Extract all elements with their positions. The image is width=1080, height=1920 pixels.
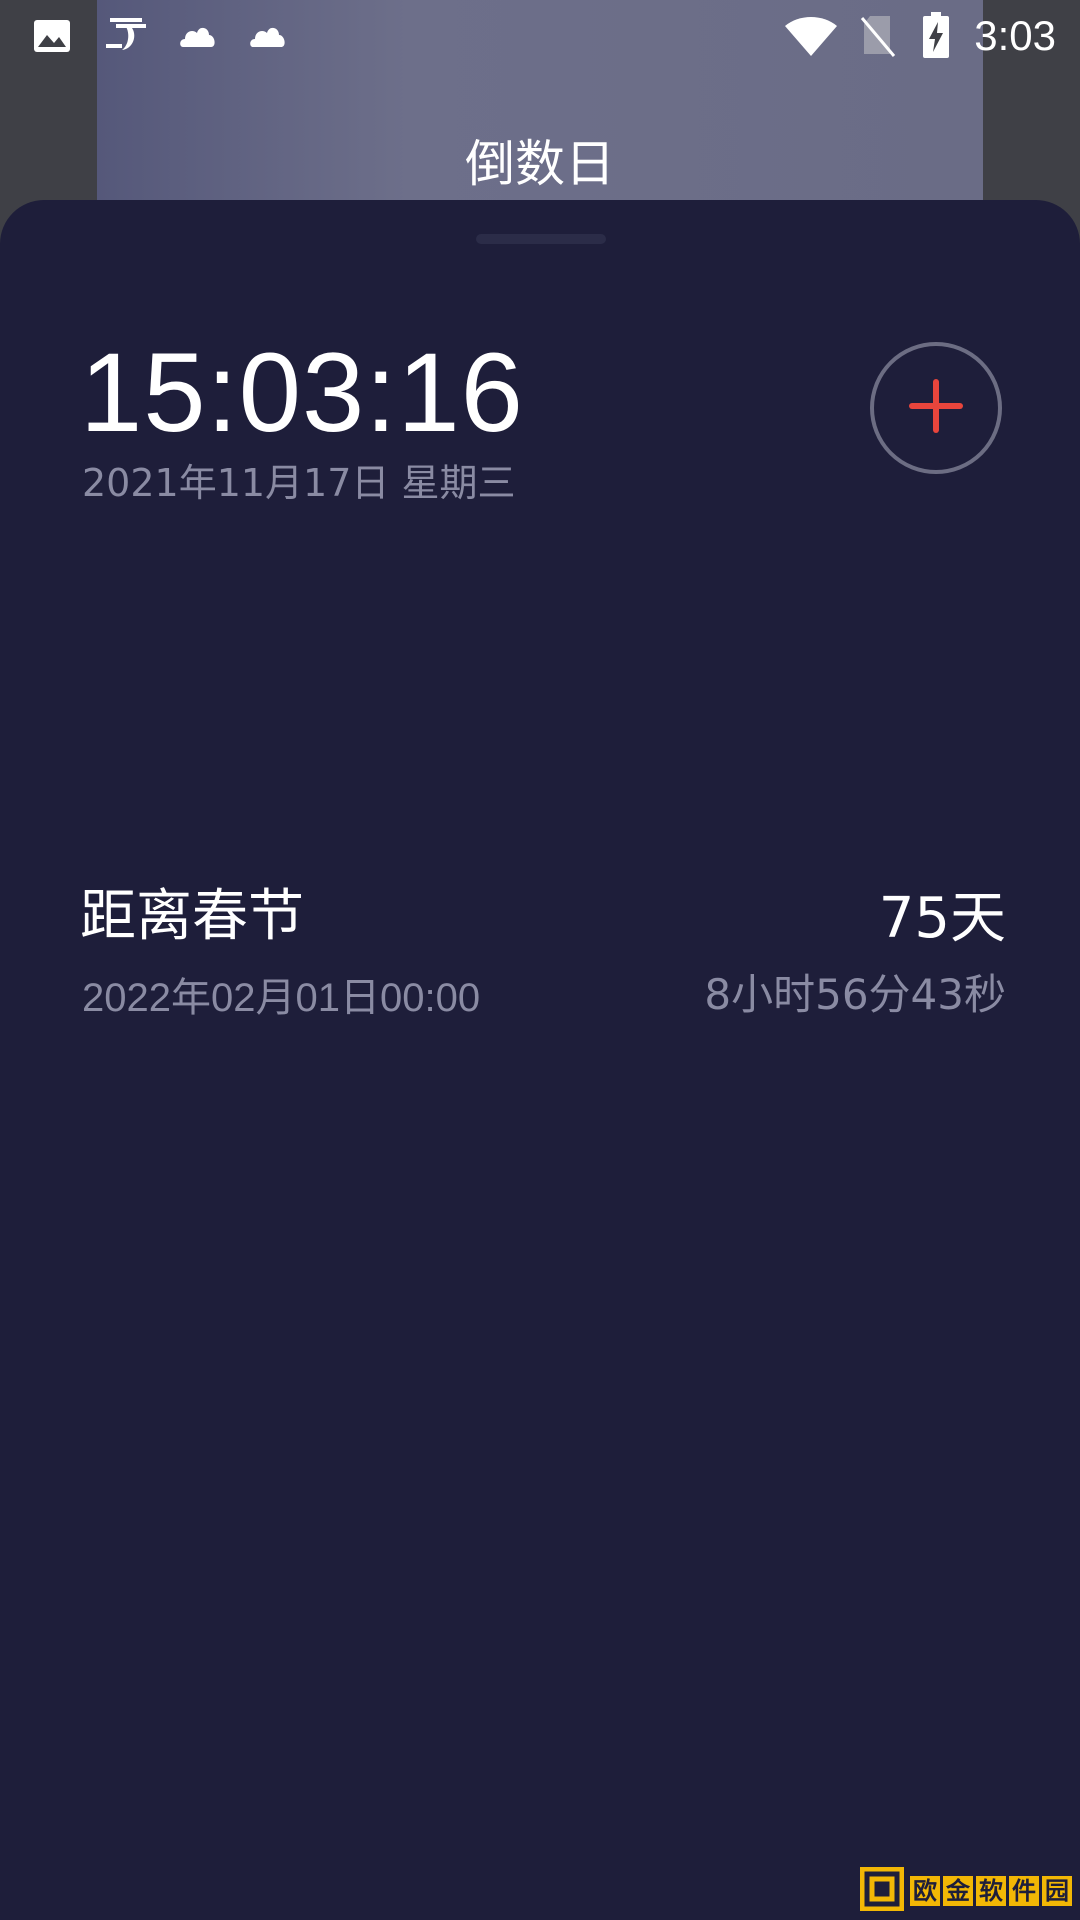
notification-app-icon	[100, 14, 156, 58]
status-bar-time: 3:03	[974, 12, 1056, 59]
event-days-remaining: 75天	[878, 886, 1006, 951]
watermark-logo: 欧 金 软 件 园	[859, 1866, 1072, 1916]
watermark-char: 园	[1042, 1876, 1072, 1906]
bottom-sheet: 15:03:16 2021年11月17日 星期三 距离春节 2022年02月01…	[0, 200, 1080, 1920]
watermark-char: 欧	[910, 1876, 940, 1906]
current-date: 2021年11月17日 星期三	[82, 461, 516, 505]
list-item[interactable]: 距离春节 2022年02月01日00:00 75天 8小时56分43秒	[80, 880, 1006, 1040]
current-time: 15:03:16	[80, 330, 524, 455]
event-target-date: 2022年02月01日00:00	[82, 976, 481, 1020]
no-sim-icon	[858, 14, 898, 58]
event-name: 距离春节	[80, 884, 304, 949]
watermark-char: 金	[943, 1876, 973, 1906]
event-time-remaining: 8小时56分43秒	[704, 970, 1006, 1019]
battery-charging-icon	[920, 12, 952, 58]
wifi-icon	[782, 14, 840, 58]
watermark-char: 软	[976, 1876, 1006, 1906]
plus-icon	[908, 378, 964, 438]
cloud-icon	[248, 14, 288, 58]
watermark-char: 件	[1009, 1876, 1039, 1906]
add-event-button[interactable]	[870, 342, 1002, 474]
image-icon	[30, 14, 74, 58]
status-bar: 3:03	[0, 0, 1080, 72]
cloud-icon	[178, 14, 218, 58]
drag-handle[interactable]	[476, 234, 606, 244]
watermark-logo-icon	[859, 1866, 905, 1915]
page-title: 倒数日	[465, 135, 615, 193]
